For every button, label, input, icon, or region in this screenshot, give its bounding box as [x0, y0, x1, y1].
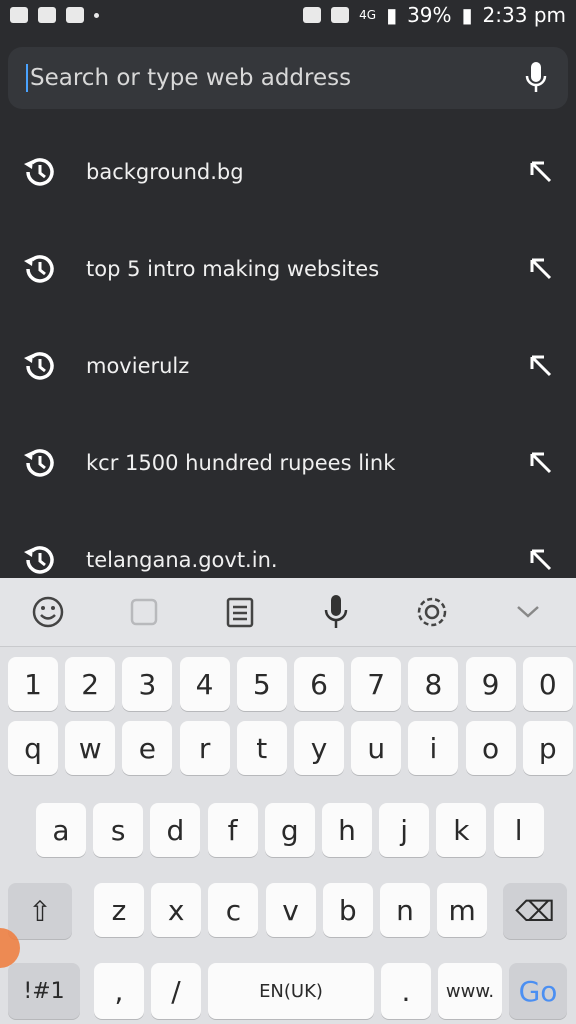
- battery-percent: 39%: [407, 3, 452, 27]
- key-p[interactable]: p: [522, 721, 573, 775]
- key-2[interactable]: 2: [65, 657, 116, 711]
- key-w[interactable]: w: [65, 721, 116, 775]
- voice-search-icon[interactable]: [522, 59, 550, 97]
- key-9[interactable]: 9: [465, 657, 516, 711]
- key-z[interactable]: z: [94, 883, 144, 937]
- key-o[interactable]: o: [465, 721, 516, 775]
- list-item[interactable]: telangana.govt.in.: [0, 511, 576, 578]
- suggestion-label: kcr 1500 hundred rupees link: [86, 450, 396, 475]
- shift-icon[interactable]: ⇧: [8, 883, 72, 939]
- list-item[interactable]: background.bg: [0, 123, 576, 220]
- sticker-icon[interactable]: [124, 592, 164, 632]
- key-7[interactable]: 7: [351, 657, 402, 711]
- text-cursor: [26, 64, 28, 92]
- history-icon: [20, 443, 60, 483]
- key-i[interactable]: i: [408, 721, 459, 775]
- status-right: 4G ▮ 39% ▮ 2:33 pm: [303, 3, 566, 27]
- key-y[interactable]: y: [294, 721, 344, 775]
- key-f[interactable]: f: [207, 803, 258, 857]
- list-item[interactable]: top 5 intro making websites: [0, 220, 576, 317]
- key-u[interactable]: u: [351, 721, 402, 775]
- suggestion-label: top 5 intro making websites: [86, 256, 380, 281]
- comma-key[interactable]: ,: [94, 963, 144, 1019]
- settings-icon[interactable]: [412, 592, 452, 632]
- key-a[interactable]: a: [36, 803, 86, 857]
- signal-icon: ▮: [386, 3, 398, 27]
- keyboard-toolbar: [0, 578, 576, 647]
- clipboard-icon[interactable]: [220, 592, 260, 632]
- app-icon: [38, 7, 56, 23]
- network-type: 4G: [359, 8, 377, 22]
- key-r[interactable]: r: [179, 721, 230, 775]
- key-l[interactable]: l: [493, 803, 544, 857]
- key-6[interactable]: 6: [294, 657, 344, 711]
- key-m[interactable]: m: [437, 883, 488, 937]
- fill-query-arrow-icon[interactable]: [528, 547, 554, 573]
- suggestion-list: background.bg top 5 intro making website…: [0, 123, 576, 578]
- history-icon: [20, 152, 60, 192]
- key-d[interactable]: d: [150, 803, 201, 857]
- clock: 2:33 pm: [482, 3, 566, 27]
- suggestion-label: telangana.govt.in.: [86, 547, 278, 572]
- dot-icon: [94, 12, 99, 18]
- list-item[interactable]: kcr 1500 hundred rupees link: [0, 414, 576, 511]
- key-k[interactable]: k: [436, 803, 487, 857]
- collapse-icon[interactable]: [508, 592, 548, 632]
- emoji-icon[interactable]: [28, 592, 68, 632]
- symbols-key[interactable]: !#1: [8, 963, 80, 1019]
- key-b[interactable]: b: [322, 883, 373, 937]
- video-icon: [10, 7, 28, 23]
- battery-icon: ▮: [461, 3, 473, 27]
- lock-icon: [303, 7, 322, 23]
- shield-icon: [66, 7, 84, 23]
- search-bar[interactable]: Search or type web address: [8, 47, 568, 109]
- slash-key[interactable]: /: [151, 963, 201, 1019]
- history-icon: [20, 540, 60, 579]
- cast-icon: [331, 7, 350, 23]
- key-5[interactable]: 5: [236, 657, 287, 711]
- key-c[interactable]: c: [208, 883, 259, 937]
- key-e[interactable]: e: [122, 721, 173, 775]
- key-1[interactable]: 1: [8, 657, 58, 711]
- fill-query-arrow-icon[interactable]: [528, 159, 554, 185]
- backspace-icon[interactable]: ⌫: [503, 883, 567, 939]
- key-s[interactable]: s: [93, 803, 144, 857]
- suggestion-label: movierulz: [86, 353, 190, 378]
- key-h[interactable]: h: [322, 803, 372, 857]
- search-input[interactable]: Search or type web address: [30, 65, 522, 91]
- go-button[interactable]: Go: [509, 963, 567, 1019]
- key-g[interactable]: g: [264, 803, 315, 857]
- fill-query-arrow-icon[interactable]: [528, 353, 554, 379]
- fill-query-arrow-icon[interactable]: [528, 450, 554, 476]
- key-q[interactable]: q: [8, 721, 58, 775]
- status-bar: 4G ▮ 39% ▮ 2:33 pm: [0, 0, 576, 30]
- key-0[interactable]: 0: [522, 657, 573, 711]
- mic-icon[interactable]: [316, 592, 356, 632]
- key-n[interactable]: n: [380, 883, 430, 937]
- www-key[interactable]: www.: [438, 963, 502, 1019]
- fill-query-arrow-icon[interactable]: [528, 256, 554, 282]
- key-3[interactable]: 3: [122, 657, 173, 711]
- key-t[interactable]: t: [236, 721, 287, 775]
- history-icon: [20, 346, 60, 386]
- key-j[interactable]: j: [379, 803, 430, 857]
- key-x[interactable]: x: [151, 883, 202, 937]
- suggestion-label: background.bg: [86, 159, 244, 184]
- space-bar[interactable]: EN(UK): [208, 963, 374, 1019]
- key-v[interactable]: v: [265, 883, 316, 937]
- key-8[interactable]: 8: [408, 657, 459, 711]
- key-4[interactable]: 4: [179, 657, 230, 711]
- period-key[interactable]: .: [381, 963, 431, 1019]
- history-icon: [20, 249, 60, 289]
- keyboard: 1 2 3 4 5 6 7 8 9 0 q w e r t y u i o p a s d f g h j k l ⇧ z x c v b n m ⌫ !#…: [0, 578, 576, 1024]
- list-item[interactable]: movierulz: [0, 317, 576, 414]
- status-left: [10, 7, 99, 23]
